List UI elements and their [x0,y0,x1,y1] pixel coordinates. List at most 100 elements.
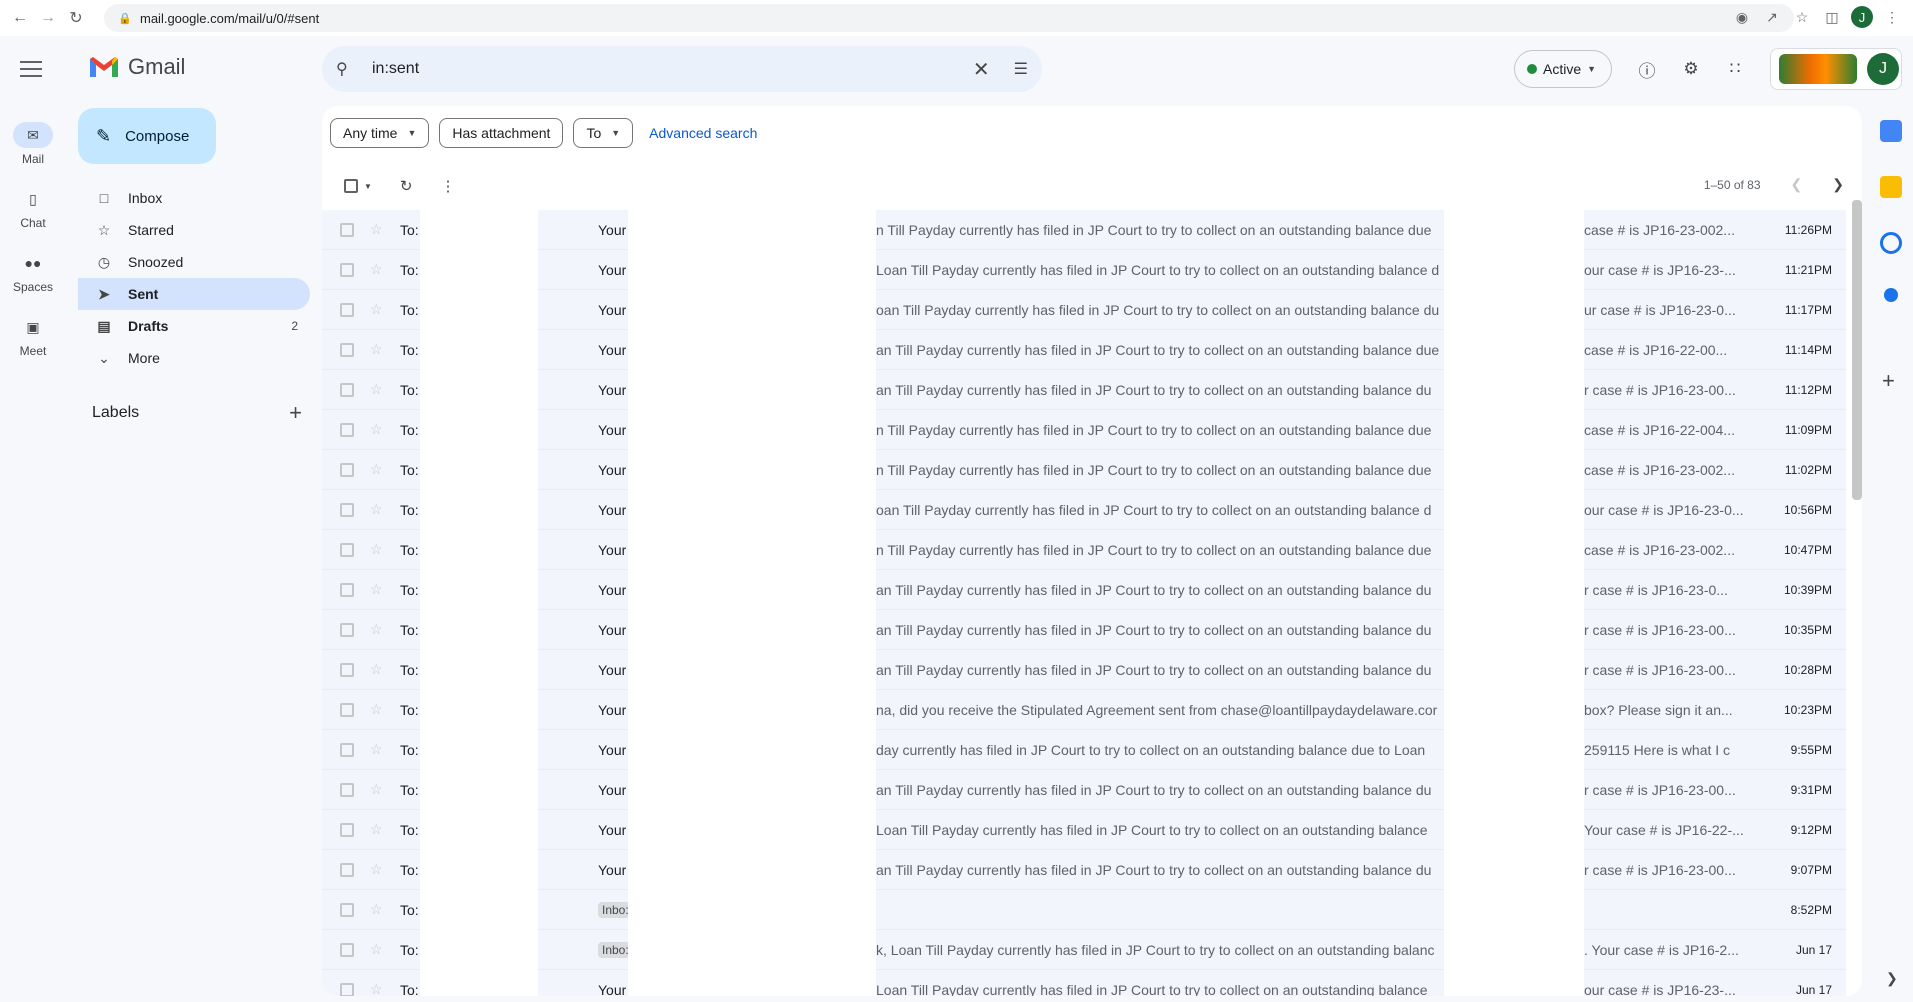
prev-page-icon[interactable]: ❮ [1791,176,1803,193]
gmail-logo[interactable]: Gmail [88,54,185,80]
row-checkbox[interactable] [340,222,354,237]
star-icon[interactable]: ☆ [370,261,386,278]
row-checkbox[interactable] [340,742,354,757]
next-page-icon[interactable]: ❯ [1832,176,1844,193]
email-row[interactable]: ☆ To: Your an Till Payday currently has fil… [322,570,1846,610]
filter-to[interactable]: To ▼ [573,118,634,148]
sidebar-item-drafts[interactable]: ▤ Drafts 2 [78,310,310,342]
star-icon[interactable]: ☆ [370,901,386,918]
sidebar-item-snoozed[interactable]: ◷ Snoozed [78,246,310,278]
row-checkbox[interactable] [340,542,354,557]
row-checkbox[interactable] [340,382,354,397]
row-checkbox[interactable] [340,262,354,277]
row-checkbox[interactable] [340,982,354,996]
row-checkbox[interactable] [340,942,354,957]
contacts-icon[interactable] [1884,288,1898,302]
row-checkbox[interactable] [340,502,354,517]
star-icon[interactable]: ☆ [370,821,386,838]
help-icon[interactable]: ⓘ [1634,56,1660,82]
email-row[interactable]: ☆ To: Your an Till Payday currently has fil… [322,770,1846,810]
email-row[interactable]: ☆ To: Your an Till Payday currently has fil… [322,650,1846,690]
email-row[interactable]: ☆ To: Your n Till Payday currently has file… [322,450,1846,490]
share-icon[interactable]: ↗ [1761,6,1783,28]
row-checkbox[interactable] [340,902,354,917]
account-brand-box[interactable]: J [1770,48,1902,90]
star-icon[interactable]: ☆ [370,701,386,718]
star-icon[interactable]: ☆ [370,221,386,238]
rail-item-spaces[interactable]: ●● Spaces [0,250,66,294]
email-row[interactable]: ☆ To: Your an Till Payday currently has fil… [322,370,1846,410]
search-icon[interactable]: ⚲ [336,59,360,79]
row-checkbox[interactable] [340,462,354,477]
side-panel-icon[interactable]: ◫ [1821,6,1843,28]
search-bar[interactable]: ⚲ in:sent ✕ ☰ [322,46,1042,92]
clear-search-icon[interactable]: ✕ [973,57,990,82]
rail-item-chat[interactable]: ▯ Chat [0,186,66,231]
sidebar-item-inbox[interactable]: □ Inbox [78,182,310,214]
email-row[interactable]: ☆ To: Your day currently has filed in JP Co… [322,730,1846,770]
row-checkbox[interactable] [340,782,354,797]
more-vert-icon[interactable]: ⋮ [441,177,456,195]
status-dropdown[interactable]: Active ▼ [1514,50,1612,88]
star-icon[interactable]: ☆ [370,421,386,438]
eye-icon[interactable]: ◉ [1731,6,1753,28]
email-row[interactable]: ☆ To: Your n Till Payday currently has file… [322,530,1846,570]
star-icon[interactable]: ☆ [370,861,386,878]
apps-grid-icon[interactable]: ∷ [1722,56,1748,82]
email-row[interactable]: ☆ To: Your Loan Till Payday currently has f… [322,250,1846,290]
email-row[interactable]: ☆ To: Your oan Till Payday currently has fi… [322,490,1846,530]
refresh-icon[interactable]: ↻ [400,177,413,195]
star-icon[interactable]: ☆ [370,581,386,598]
row-checkbox[interactable] [340,342,354,357]
email-row[interactable]: ☆ To: Your an Till Payday currently has fil… [322,850,1846,890]
keep-icon[interactable] [1880,176,1902,198]
sidebar-item-sent[interactable]: ➤ Sent [78,278,310,310]
add-addon-icon[interactable]: + [1882,368,1895,394]
filter-has-attachment[interactable]: Has attachment [439,118,564,148]
sidebar-item-starred[interactable]: ☆ Starred [78,214,310,246]
calendar-icon[interactable] [1880,120,1902,142]
email-row[interactable]: ☆ To: Inbo: k, Loan Till Payday currently h… [322,930,1846,970]
search-options-icon[interactable]: ☰ [1014,59,1028,79]
star-icon[interactable]: ☆ [370,941,386,958]
email-row[interactable]: ☆ To: Your oan Till Payday currently has fi… [322,290,1846,330]
row-checkbox[interactable] [340,702,354,717]
email-row[interactable]: ☆ To: Your na, did you receive the Stipulat… [322,690,1846,730]
tasks-icon[interactable] [1880,232,1902,254]
star-icon[interactable]: ☆ [370,741,386,758]
reload-icon[interactable]: ↻ [62,4,90,32]
sidebar-item-more[interactable]: ⌄ More [78,342,310,374]
forward-icon[interactable]: → [34,4,62,32]
email-row[interactable]: ☆ To: Your Loan Till Payday currently has … [322,810,1846,850]
star-icon[interactable]: ☆ [370,661,386,678]
email-row[interactable]: ☆ To: Your an Till Payday currently has fil… [322,330,1846,370]
email-row[interactable]: ☆ To: Your n Till Payday currently has file… [322,210,1846,250]
star-icon[interactable]: ☆ [370,501,386,518]
address-bar[interactable]: 🔒 mail.google.com/mail/u/0/#sent [104,4,1794,32]
avatar[interactable]: J [1867,53,1899,85]
select-options-caret-icon[interactable]: ▼ [364,182,372,191]
search-input[interactable]: in:sent [372,60,973,78]
row-checkbox[interactable] [340,822,354,837]
row-checkbox[interactable] [340,862,354,877]
row-checkbox[interactable] [340,582,354,597]
row-checkbox[interactable] [340,302,354,317]
rail-item-mail[interactable]: ✉ Mail [0,122,66,166]
back-icon[interactable]: ← [6,4,34,32]
email-row[interactable]: ☆ To: Your an Till Payday currently has fil… [322,610,1846,650]
email-row[interactable]: ☆ To: Your n Till Payday currently has file… [322,410,1846,450]
star-icon[interactable]: ☆ [370,981,386,996]
star-icon[interactable]: ☆ [370,381,386,398]
collapse-panel-icon[interactable]: ❯ [1886,970,1898,987]
add-label-icon[interactable]: + [289,400,302,426]
bookmark-star-icon[interactable]: ☆ [1791,6,1813,28]
compose-button[interactable]: ✎ Compose [78,108,216,164]
list-scrollbar[interactable] [1852,200,1862,500]
filter-any-time[interactable]: Any time ▼ [330,118,430,148]
kebab-menu-icon[interactable]: ⋮ [1881,6,1903,28]
select-all-checkbox[interactable] [344,179,358,193]
star-icon[interactable]: ☆ [370,541,386,558]
star-icon[interactable]: ☆ [370,781,386,798]
row-checkbox[interactable] [340,622,354,637]
star-icon[interactable]: ☆ [370,461,386,478]
